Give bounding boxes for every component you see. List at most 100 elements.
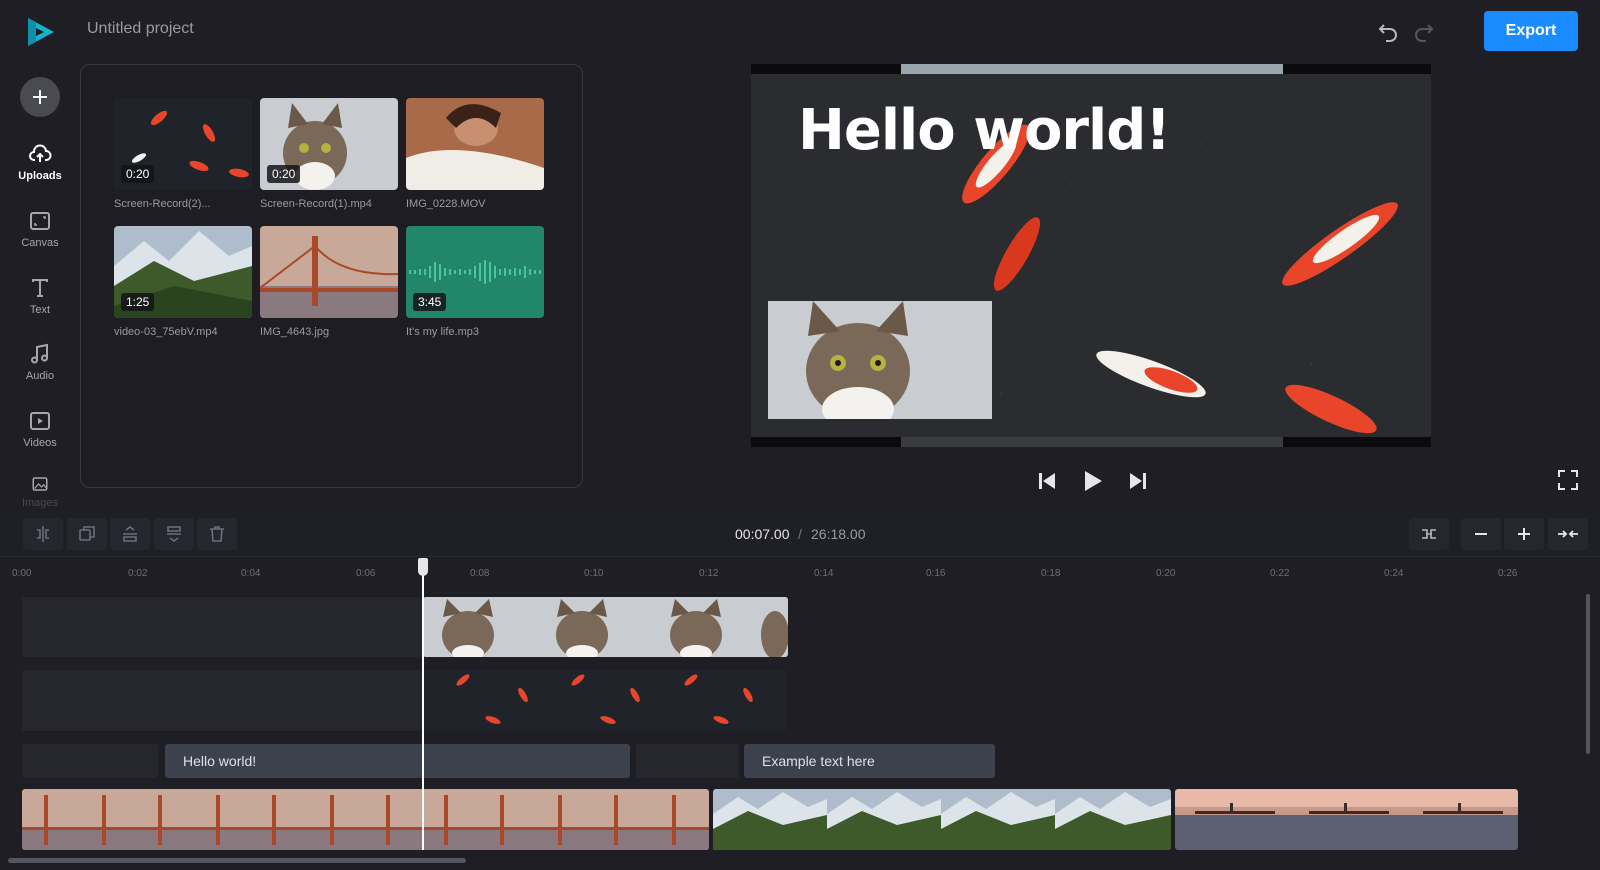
trash-icon	[210, 526, 224, 542]
fullscreen-button[interactable]	[1556, 468, 1580, 492]
ruler-label: 0:26	[1498, 568, 1518, 579]
play-icon	[1085, 471, 1102, 491]
media-filename: It's my life.mp3	[406, 326, 480, 338]
video-clip-koi[interactable]	[423, 670, 787, 731]
sidebar-item-label: Text	[29, 304, 51, 316]
duration-badge: 0:20	[121, 165, 155, 183]
duplicate-icon	[79, 526, 95, 541]
media-filename: IMG_4643.jpg	[260, 326, 330, 338]
ruler-label: 0:24	[1384, 568, 1404, 579]
uploads-panel: 0:20 Screen-Record(2)... 0:20 Screen-Rec…	[80, 64, 583, 488]
split-icon	[37, 526, 49, 542]
sidebar-item-label: Audio	[25, 370, 55, 382]
video-preview[interactable]: Hello world!	[751, 64, 1431, 447]
media-filename: IMG_0228.MOV	[406, 198, 486, 210]
delete-button[interactable]	[197, 518, 237, 550]
media-thumbnail: 3:45	[406, 226, 544, 318]
ruler-label: 0:10	[584, 568, 604, 579]
add-media-button[interactable]	[20, 77, 60, 117]
ruler-label: 0:18	[1041, 568, 1061, 579]
ruler-label: 0:06	[356, 568, 376, 579]
sidebar-item-label: Uploads	[18, 170, 62, 182]
sidebar-item-canvas[interactable]: Canvas	[10, 207, 70, 263]
layer-up-icon	[123, 526, 137, 542]
ruler-label: 0:14	[814, 568, 834, 579]
ruler-label: 0:12	[699, 568, 719, 579]
sidebar-item-text[interactable]: Text	[10, 274, 70, 330]
media-item[interactable]: IMG_4643.jpg	[260, 226, 398, 338]
ruler-label: 0:00	[12, 568, 32, 579]
timeline-vertical-scrollbar[interactable]	[1586, 594, 1590, 754]
media-filename: Screen-Record(2)...	[114, 198, 211, 210]
timeline-ruler[interactable]: 0:00 0:02 0:04 0:06 0:08 0:10 0:12 0:14 …	[0, 558, 1600, 588]
fit-icon	[1558, 530, 1578, 538]
redo-icon[interactable]	[1412, 19, 1436, 43]
skip-back-icon	[1039, 473, 1055, 489]
video-clip-pier[interactable]	[1175, 789, 1518, 850]
media-thumbnail: 1:25	[114, 226, 252, 318]
track-empty-area[interactable]	[22, 670, 422, 731]
media-item[interactable]: 1:25 video-03_75ebV.mp4	[114, 226, 252, 338]
sidebar-item-label: Images	[21, 497, 59, 509]
zoom-in-button[interactable]	[1504, 518, 1544, 550]
ruler-label: 0:08	[470, 568, 490, 579]
media-item[interactable]: 0:20 Screen-Record(2)...	[114, 98, 252, 210]
fullscreen-icon	[1558, 470, 1578, 490]
minus-icon	[1475, 533, 1487, 535]
zoom-out-button[interactable]	[1461, 518, 1501, 550]
video-clip-cat[interactable]	[423, 597, 788, 657]
current-time: 00:07.00	[735, 526, 790, 542]
snap-button[interactable]	[1409, 518, 1449, 550]
media-thumbnail	[260, 226, 398, 318]
total-time: 26:18.00	[811, 526, 866, 542]
timeline-horizontal-scrollbar[interactable]	[8, 858, 466, 863]
move-up-button[interactable]	[110, 518, 150, 550]
ruler-label: 0:20	[1156, 568, 1176, 579]
sidebar-item-audio[interactable]: Audio	[10, 340, 70, 396]
playhead-handle[interactable]	[418, 558, 428, 576]
play-button[interactable]	[1078, 467, 1106, 495]
upload-cloud-icon	[29, 144, 52, 162]
app-logo[interactable]	[24, 16, 56, 48]
media-item[interactable]: IMG_0228.MOV	[406, 98, 544, 210]
image-icon	[32, 477, 48, 491]
plus-icon	[33, 90, 47, 104]
video-play-icon	[30, 412, 50, 430]
sidebar-item-videos[interactable]: Videos	[10, 407, 70, 463]
video-clip-mountains[interactable]	[713, 789, 1171, 850]
sidebar-item-images[interactable]: Images	[10, 473, 70, 509]
ruler-label: 0:02	[128, 568, 148, 579]
media-item[interactable]: 3:45 It's my life.mp3	[406, 226, 544, 338]
preview-text-overlay[interactable]: Hello world!	[798, 98, 1171, 163]
duration-badge: 3:45	[413, 293, 447, 311]
skip-back-button[interactable]	[1033, 467, 1061, 495]
undo-icon[interactable]	[1376, 19, 1400, 43]
export-button[interactable]: Export	[1484, 11, 1578, 51]
skip-forward-button[interactable]	[1124, 467, 1152, 495]
text-clip-hello[interactable]: Hello world!	[165, 744, 630, 778]
text-icon	[32, 279, 48, 297]
track-empty-area[interactable]	[22, 744, 158, 778]
text-clip-example[interactable]: Example text here	[744, 744, 995, 778]
track-empty-area[interactable]	[636, 744, 739, 778]
track-empty-area[interactable]	[22, 597, 422, 657]
duration-badge: 0:20	[267, 165, 301, 183]
snap-icon	[1422, 529, 1436, 539]
skip-forward-icon	[1130, 473, 1146, 489]
ruler-label: 0:04	[241, 568, 261, 579]
preview-cat-overlay[interactable]	[768, 301, 992, 419]
sidebar-item-uploads[interactable]: Uploads	[10, 140, 70, 196]
time-separator: /	[798, 526, 802, 542]
media-filename: video-03_75ebV.mp4	[114, 326, 218, 338]
move-down-button[interactable]	[154, 518, 194, 550]
playhead-line	[422, 570, 424, 850]
project-title[interactable]: Untitled project	[87, 20, 194, 38]
media-thumbnail	[406, 98, 544, 190]
video-clip-bridge[interactable]	[22, 789, 709, 850]
split-button[interactable]	[23, 518, 63, 550]
fit-timeline-button[interactable]	[1548, 518, 1588, 550]
sidebar-item-label: Videos	[23, 437, 57, 449]
media-item[interactable]: 0:20 Screen-Record(1).mp4	[260, 98, 398, 210]
ruler-label: 0:16	[926, 568, 946, 579]
duplicate-button[interactable]	[67, 518, 107, 550]
